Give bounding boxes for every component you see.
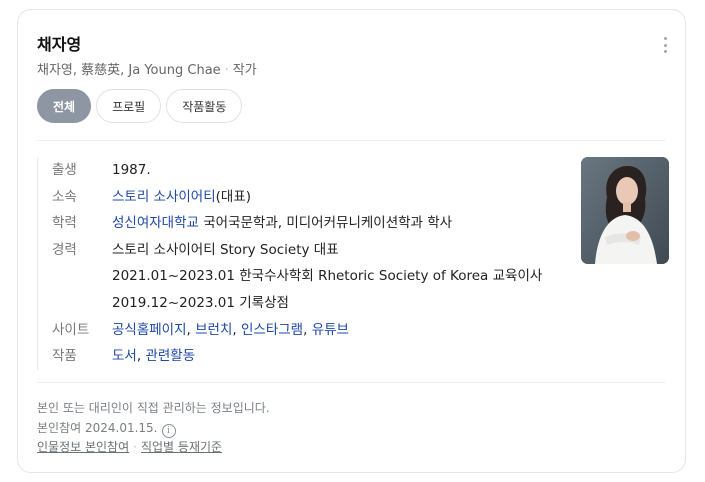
divider <box>37 382 666 383</box>
site-link-instagram[interactable]: 인스타그램 <box>241 322 303 338</box>
career-line: 스토리 소사이어티 Story Society 대표 <box>112 241 339 258</box>
profile-info: 출생 1987. 소속 스토리 소사이어티(대표) 학력 성신여자대학교 국어국… <box>37 157 568 370</box>
value-education: 성신여자대학교 국어국문학과, 미디어커뮤니케이션학과 학사 <box>112 210 452 237</box>
label-agency: 소속 <box>52 188 77 205</box>
value-career: 스토리 소사이어티 Story Society 대표 2021.01~2023.… <box>112 237 542 317</box>
profile-photo[interactable] <box>581 157 669 264</box>
site-link-youtube[interactable]: 유튜브 <box>312 322 349 338</box>
site-link-brunch[interactable]: 브런치 <box>195 322 232 338</box>
tab-profile[interactable]: 프로필 <box>96 89 162 123</box>
label-career: 경력 <box>52 241 77 258</box>
info-circle-icon[interactable]: i <box>161 423 176 438</box>
self-participation-link[interactable]: 인물정보 본인참여 <box>37 440 129 454</box>
label-education: 학력 <box>52 215 77 232</box>
career-line: 2021.01~2023.01 한국수사학회 Rhetoric Society … <box>112 268 543 285</box>
row-career: 경력 스토리 소사이어티 Story Society 대표 2021.01~20… <box>38 237 568 317</box>
tab-all[interactable]: 전체 <box>37 89 92 123</box>
row-education: 학력 성신여자대학교 국어국문학과, 미디어커뮤니케이션학과 학사 <box>38 210 568 237</box>
profile-photo-image <box>581 157 669 264</box>
education-detail: 국어국문학과, 미디어커뮤니케이션학과 학사 <box>198 215 453 232</box>
agency-link[interactable]: 스토리 소사이어티 <box>112 189 216 205</box>
value-sites: 공식홈페이지, 브런치, 인스타그램, 유튜브 <box>112 321 349 338</box>
row-agency: 소속 스토리 소사이어티(대표) <box>38 184 568 211</box>
person-aliases: 채자영, 蔡慈英, Ja Young Chae <box>37 63 221 78</box>
label-birth: 출생 <box>52 162 77 178</box>
managed-notice: 본인 또는 대리인이 직접 관리하는 정보입니다. <box>37 401 270 415</box>
row-birth: 출생 1987. <box>38 157 568 184</box>
footer-links: 인물정보 본인참여 · 직업별 등재기준 <box>37 438 270 458</box>
row-sites: 사이트 공식홈페이지, 브런치, 인스타그램, 유튜브 <box>38 317 568 344</box>
row-works: 작품 도서, 관련활동 <box>38 343 568 370</box>
person-info-card: 채자영 채자영, 蔡慈英, Ja Young Chae · 작가 전체 프로필 작품… <box>17 9 686 473</box>
works-link-activities[interactable]: 관련활동 <box>145 348 195 364</box>
divider <box>37 140 666 141</box>
separator-dot: · <box>133 440 137 454</box>
value-agency: 스토리 소사이어티(대표) <box>112 184 251 211</box>
career-line: 2019.12~2023.01 기록상점 <box>112 294 289 311</box>
value-birth: 1987. <box>112 162 151 178</box>
person-subtitle: 채자영, 蔡慈英, Ja Young Chae · 작가 <box>37 59 257 78</box>
participation-date: 본인참여 2024.01.15. <box>37 420 158 435</box>
person-name[interactable]: 채자영 <box>37 31 81 55</box>
separator-dot: · <box>224 63 229 78</box>
label-sites: 사이트 <box>52 321 90 338</box>
works-link-books[interactable]: 도서 <box>112 348 137 364</box>
site-link-homepage[interactable]: 공식홈페이지 <box>112 322 187 338</box>
value-works: 도서, 관련활동 <box>112 348 196 365</box>
footer: 본인 또는 대리인이 직접 관리하는 정보입니다. 본인참여 2024.01.1… <box>37 399 270 458</box>
tab-works[interactable]: 작품활동 <box>166 89 243 123</box>
label-works: 작품 <box>52 348 77 365</box>
school-link[interactable]: 성신여자대학교 <box>112 215 199 231</box>
agency-role: (대표) <box>215 188 252 205</box>
person-occupation: 작가 <box>232 63 257 78</box>
listing-criteria-link[interactable]: 직업별 등재기준 <box>141 440 222 454</box>
more-options-icon[interactable] <box>662 37 668 53</box>
tab-bar: 전체 프로필 작품활동 <box>37 89 243 123</box>
participation-line: 본인참여 2024.01.15. i <box>37 419 270 439</box>
